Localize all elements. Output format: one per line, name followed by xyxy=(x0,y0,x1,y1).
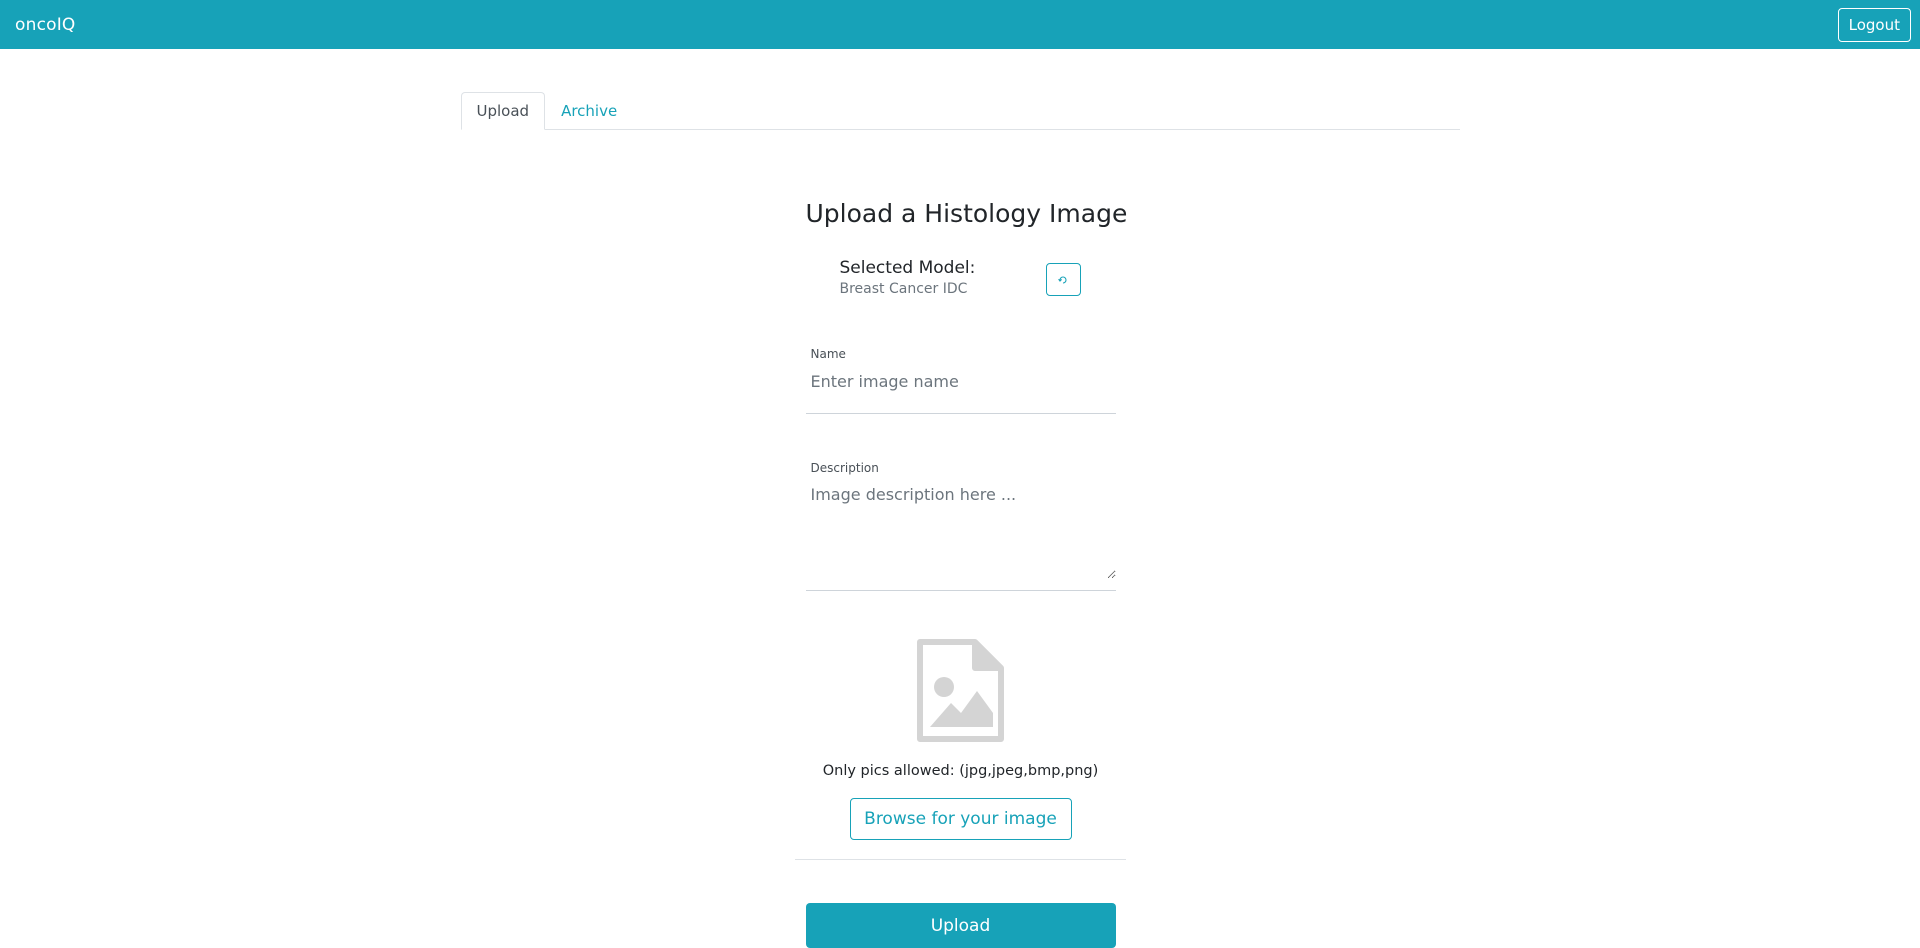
selected-model-label: Selected Model: xyxy=(839,258,976,278)
brand-logo[interactable]: oncoIQ xyxy=(15,15,76,35)
name-input[interactable] xyxy=(805,365,1116,414)
selected-model-value: Breast Cancer IDC xyxy=(839,281,968,297)
browse-image-button[interactable]: Browse for your image xyxy=(849,798,1072,840)
form-divider xyxy=(794,859,1126,860)
image-file-icon xyxy=(916,639,1004,742)
logout-button[interactable]: Logout xyxy=(1837,7,1911,42)
tab-archive[interactable]: Archive xyxy=(545,92,633,129)
description-label: Description xyxy=(810,461,879,475)
change-model-button[interactable] xyxy=(1045,263,1081,296)
top-navbar: oncoIQ Logout xyxy=(0,0,1920,49)
upload-button[interactable]: Upload xyxy=(805,903,1116,948)
allowed-formats-text: Only pics allowed: (jpg,jpeg,bmp,png) xyxy=(822,763,1099,779)
tab-bar: Upload Archive xyxy=(460,92,1460,130)
undo-icon xyxy=(1058,275,1067,284)
page-title: Upload a Histology Image xyxy=(805,199,1128,228)
name-label: Name xyxy=(810,347,846,361)
description-underline xyxy=(805,590,1116,591)
tab-upload[interactable]: Upload xyxy=(460,92,546,130)
description-textarea[interactable] xyxy=(805,481,1116,579)
